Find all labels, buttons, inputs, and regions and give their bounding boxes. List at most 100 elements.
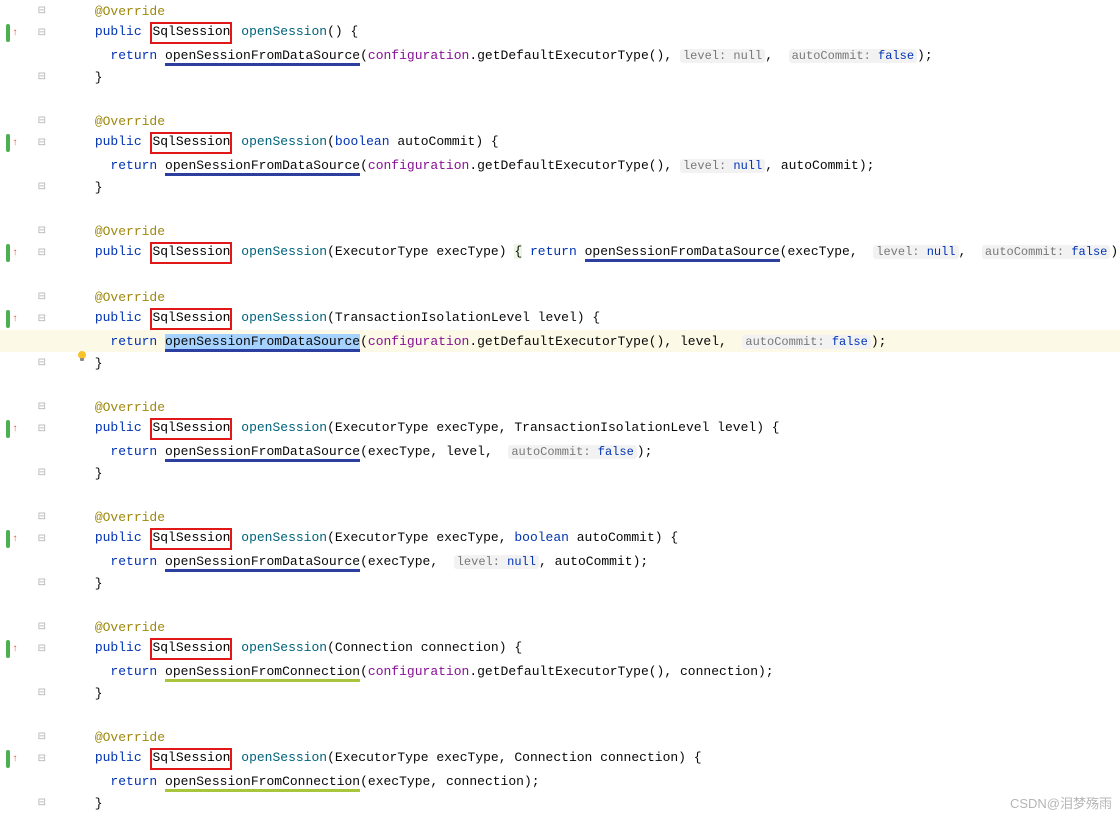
code-line[interactable]: return openSessionFromConnection(configu… [0,660,1120,682]
vcs-change-icon [6,134,10,152]
code-line[interactable]: ⊟ } [0,682,1120,704]
override-up-icon[interactable]: ↑ [12,138,18,149]
override-up-icon[interactable]: ↑ [12,644,18,655]
code-line[interactable]: ⊟ } [0,352,1120,374]
fold-icon[interactable]: ⊟ [38,423,46,435]
fold-icon[interactable]: ⊟ [38,643,46,655]
type-redbox: SqlSession [150,418,232,440]
code-line[interactable]: ⊟ } [0,66,1120,88]
code-line[interactable]: return openSessionFromDataSource(execTyp… [0,550,1120,572]
vcs-change-icon [6,750,10,768]
fold-icon[interactable]: ⊟ [38,181,46,193]
annotation: @Override [95,400,165,415]
fold-icon[interactable]: ⊟ [38,753,46,765]
watermark: CSDN@泪梦殇雨 [1010,793,1112,812]
type-redbox: SqlSession [150,132,232,154]
fold-icon[interactable]: ⊟ [38,467,46,479]
vcs-change-icon [6,24,10,42]
highlighted-code-line[interactable]: return openSessionFromDataSource(configu… [0,330,1120,352]
blank-line [0,704,1120,726]
type-redbox: SqlSession [150,308,232,330]
code-line[interactable]: ↑⊟ public SqlSession openSession(Executo… [0,528,1120,550]
fold-icon[interactable]: ⊟ [38,511,46,523]
blank-line [0,594,1120,616]
code-editor[interactable]: ⊟ @Override ↑ ⊟ public SqlSession openSe… [0,0,1120,814]
type-redbox: SqlSession [150,528,232,550]
override-up-icon[interactable]: ↑ [12,248,18,259]
code-line[interactable]: ⊟ } [0,176,1120,198]
code-line[interactable]: ⊟ @Override [0,616,1120,638]
inline-hint: level: null [454,555,539,569]
fold-icon[interactable]: ⊟ [38,533,46,545]
fold-icon[interactable]: ⊟ [38,27,46,39]
fold-icon[interactable]: ⊟ [38,291,46,303]
datasource-call: openSessionFromDataSource [165,444,360,462]
fold-icon[interactable]: ⊟ [38,797,46,809]
code-line[interactable]: ⊟ @Override [0,726,1120,748]
config-ref: configuration [368,48,469,63]
type-redbox: SqlSession [150,638,232,660]
code-line[interactable]: return openSessionFromConnection(execTyp… [0,770,1120,792]
keyword-return: return [110,48,157,63]
code-line[interactable]: ⊟ @Override [0,220,1120,242]
type-redbox: SqlSession [150,242,232,264]
fold-icon[interactable]: ⊟ [38,687,46,699]
keyword-public: public [95,24,142,39]
annotation: @Override [95,4,165,19]
fold-icon[interactable]: ⊟ [38,401,46,413]
code-line[interactable]: ↑ ⊟ public SqlSession openSession() { [0,22,1120,44]
blank-line [0,264,1120,286]
fold-icon[interactable]: ⊟ [38,71,46,83]
intention-bulb-icon[interactable] [6,335,18,347]
annotation: @Override [95,224,165,239]
code-line[interactable]: ⊟ @Override [0,396,1120,418]
code-line[interactable]: return openSessionFromDataSource(execTyp… [0,440,1120,462]
code-line[interactable]: ⊟ } [0,792,1120,814]
fold-icon[interactable]: ⊟ [38,137,46,149]
code-line[interactable]: ⊟ @Override [0,0,1120,22]
datasource-call: openSessionFromDataSource [585,244,780,262]
code-line[interactable]: ⊟ } [0,462,1120,484]
blank-line [0,374,1120,396]
fold-icon[interactable]: ⊟ [38,313,46,325]
code-line[interactable]: return openSessionFromDataSource(configu… [0,154,1120,176]
code-line[interactable]: return openSessionFromDataSource(configu… [0,44,1120,66]
fold-icon[interactable]: ⊟ [38,357,46,369]
code-line[interactable]: ⊟ @Override [0,110,1120,132]
fold-icon[interactable]: ⊟ [38,621,46,633]
datasource-call: openSessionFromDataSource [165,48,360,66]
override-up-icon[interactable]: ↑ [12,534,18,545]
code-line[interactable]: ⊟ @Override [0,286,1120,308]
code-line[interactable]: ⊟ } [0,572,1120,594]
override-up-icon[interactable]: ↑ [12,314,18,325]
annotation: @Override [95,730,165,745]
inline-hint: autoCommit: false [789,49,917,63]
type-redbox: SqlSession [150,748,232,770]
inline-hint: autoCommit: false [508,445,636,459]
code-line[interactable]: ↑⊟ public SqlSession openSession(Connect… [0,638,1120,660]
connection-call: openSessionFromConnection [165,664,360,682]
connection-call: openSessionFromConnection [165,774,360,792]
fold-icon[interactable]: ⊟ [38,225,46,237]
fold-icon[interactable]: ⊟ [38,247,46,259]
method-name: openSession [241,24,327,39]
vcs-change-icon [6,310,10,328]
code-line[interactable]: ↑⊟ public SqlSession openSession(Executo… [0,418,1120,440]
code-line[interactable]: ↑⊟ public SqlSession openSession(Executo… [0,242,1120,264]
override-up-icon[interactable]: ↑ [12,28,18,39]
code-line[interactable]: ↑⊟ public SqlSession openSession(Transac… [0,308,1120,330]
annotation: @Override [95,290,165,305]
override-up-icon[interactable]: ↑ [12,424,18,435]
fold-icon[interactable]: ⊟ [38,731,46,743]
fold-icon[interactable]: ⊟ [38,577,46,589]
gutter [0,335,48,347]
blank-line [0,88,1120,110]
fold-icon[interactable]: ⊟ [38,115,46,127]
override-up-icon[interactable]: ↑ [12,754,18,765]
code-line[interactable]: ⊟ @Override [0,506,1120,528]
code-line[interactable]: ↑⊟ public SqlSession openSession(Executo… [0,748,1120,770]
annotation: @Override [95,510,165,525]
fold-icon[interactable]: ⊟ [38,5,46,17]
blank-line [0,198,1120,220]
code-line[interactable]: ↑⊟ public SqlSession openSession(boolean… [0,132,1120,154]
